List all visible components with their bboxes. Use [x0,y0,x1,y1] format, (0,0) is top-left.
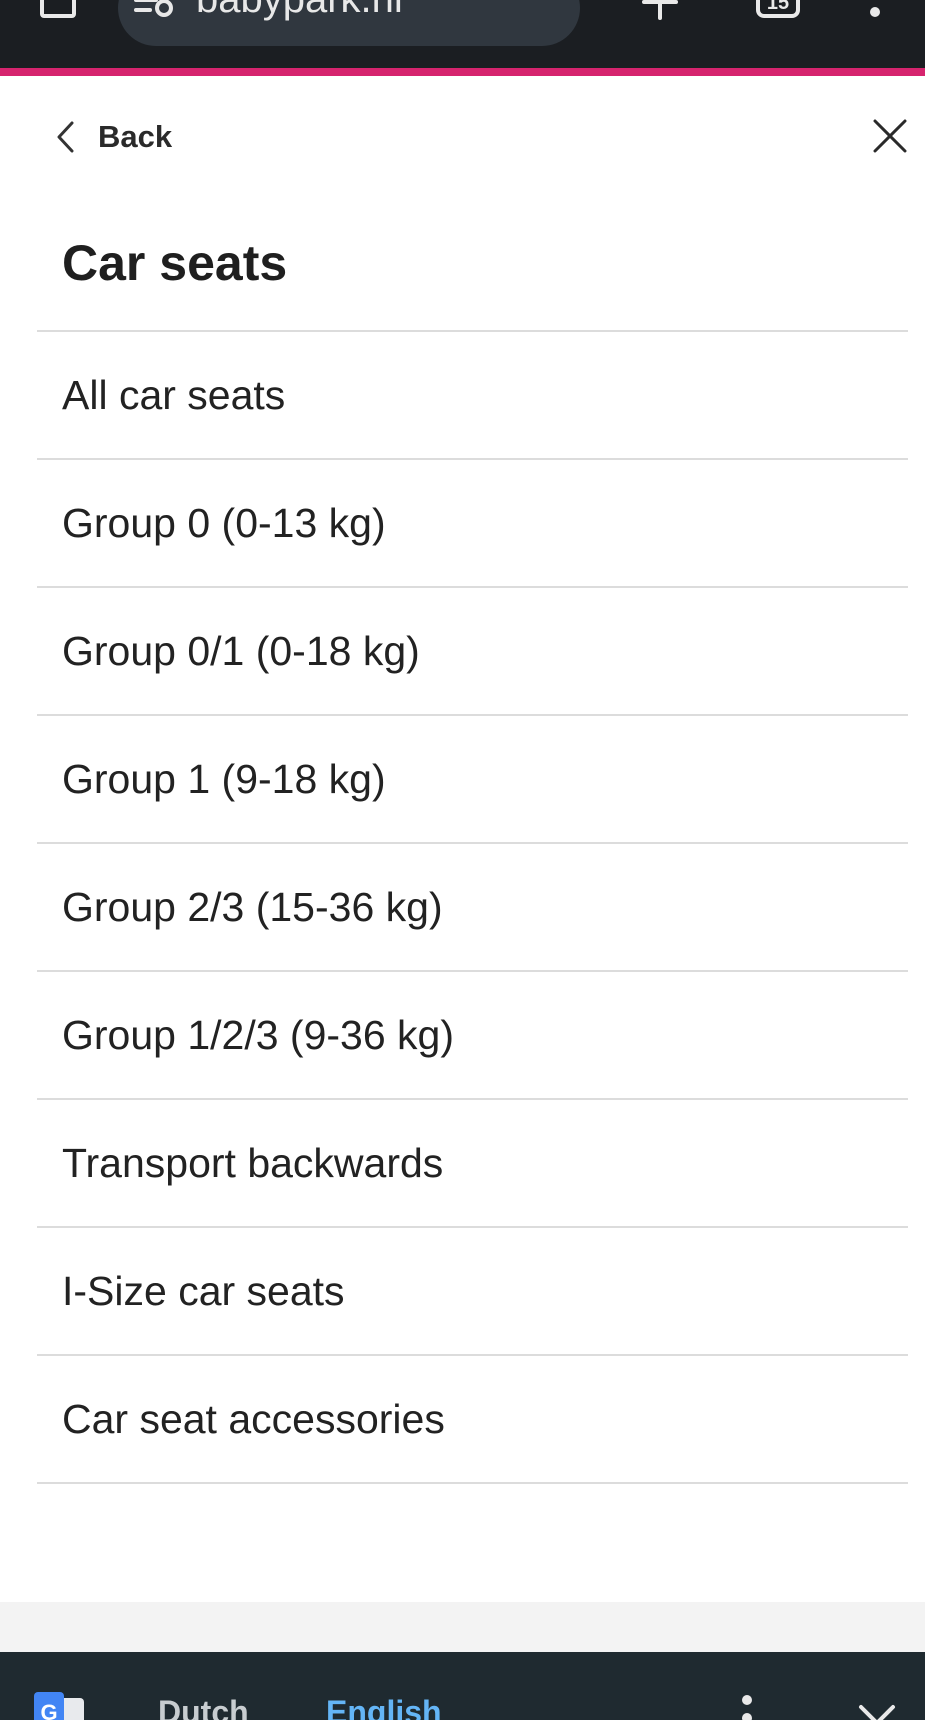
translate-bar: G Dutch English [0,1652,925,1720]
tab-switcher-button[interactable]: 15 [756,0,800,18]
category-item-all-car-seats[interactable]: All car seats [37,332,908,460]
category-item-group-0-1[interactable]: Group 0/1 (0-18 kg) [37,588,908,716]
page-title: Car seats [62,235,288,291]
url-text[interactable]: babypark.nl [196,0,403,20]
page-background-strip [0,1602,925,1652]
home-icon[interactable] [40,0,76,18]
category-list: All car seats Group 0 (0-13 kg) Group 0/… [37,330,908,1484]
language-tab-english[interactable]: English [326,1692,442,1720]
accent-divider [0,68,925,76]
site-settings-icon[interactable] [134,0,176,18]
category-item-group-2-3[interactable]: Group 2/3 (15-36 kg) [37,844,908,972]
category-item-i-size[interactable]: I-Size car seats [37,1228,908,1356]
plus-icon[interactable] [642,0,678,22]
category-item-accessories[interactable]: Car seat accessories [37,1356,908,1484]
category-item-group-1-2-3[interactable]: Group 1/2/3 (9-36 kg) [37,972,908,1100]
svg-text:G: G [40,1700,57,1720]
close-icon[interactable] [872,118,908,154]
category-item-group-0[interactable]: Group 0 (0-13 kg) [37,460,908,588]
browser-toolbar: babypark.nl 15 [0,0,925,68]
category-item-transport-backwards[interactable]: Transport backwards [37,1100,908,1228]
language-tab-dutch[interactable]: Dutch [158,1692,249,1720]
google-translate-icon: G [34,1692,84,1720]
vertical-dots-icon[interactable] [868,0,882,20]
category-item-group-1[interactable]: Group 1 (9-18 kg) [37,716,908,844]
back-label: Back [98,119,173,154]
vertical-dots-icon[interactable] [740,1694,754,1720]
close-icon[interactable] [858,1704,896,1720]
back-button[interactable]: Back [56,112,172,162]
chevron-left-icon [57,121,74,153]
